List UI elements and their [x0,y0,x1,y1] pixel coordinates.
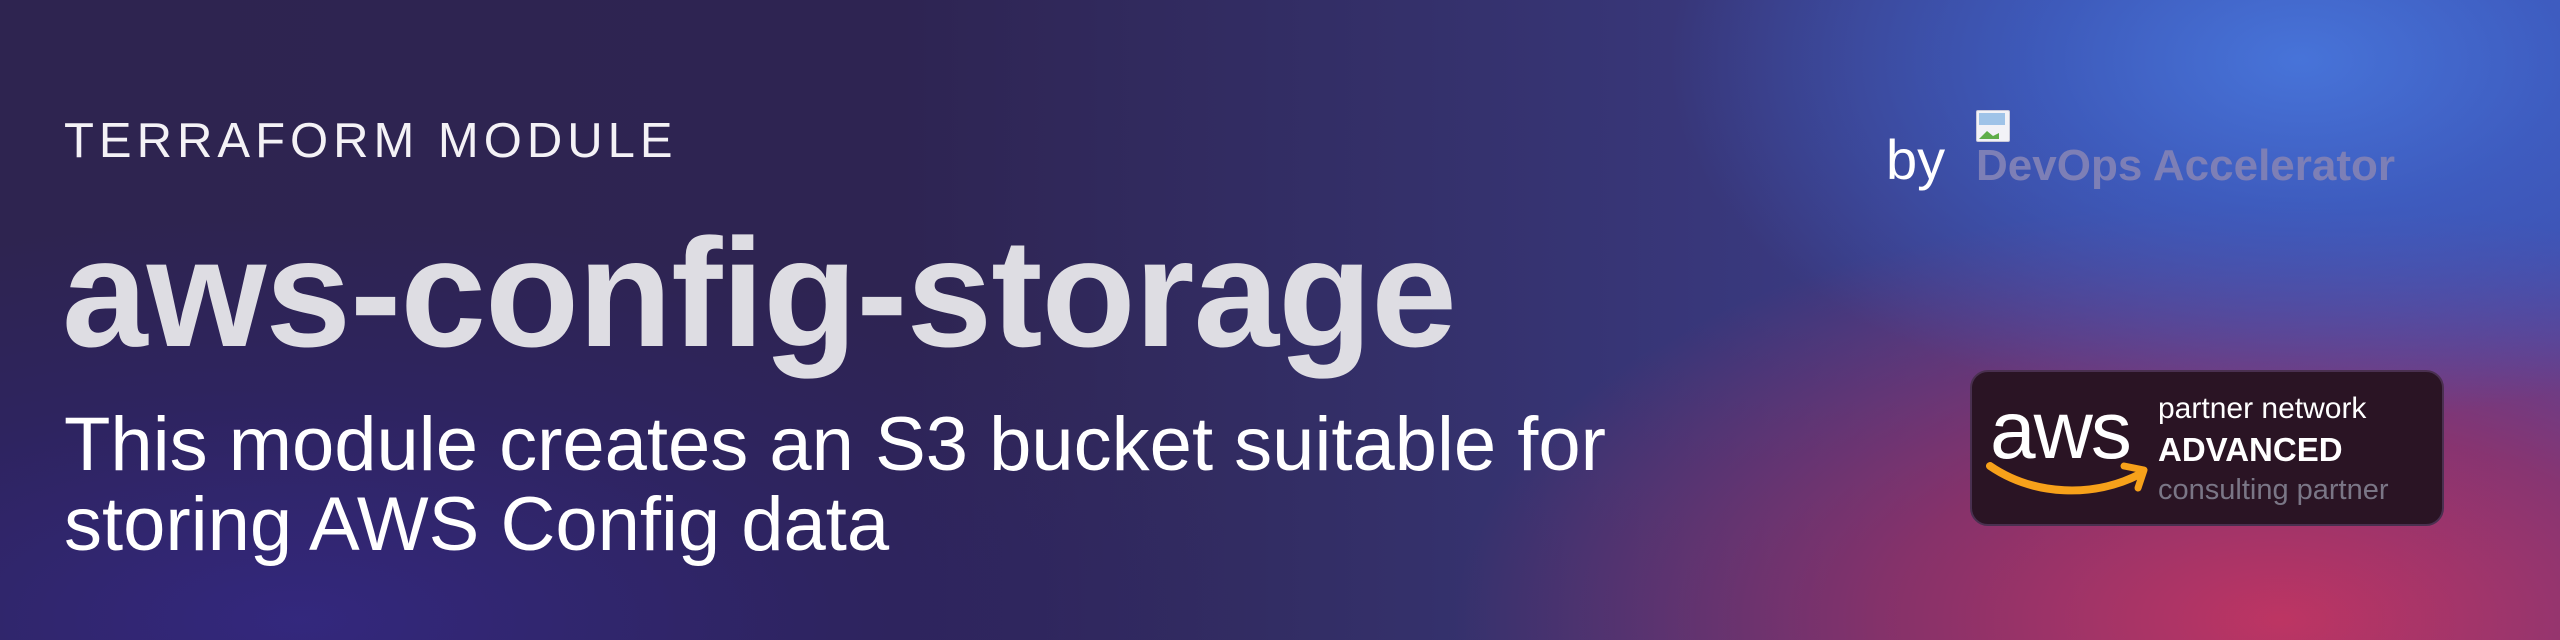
by-label: by [1886,128,1946,191]
brand-logo-alt-text: DevOps Accelerator [1976,141,2396,190]
aws-partner-badge: aws partner network ADVANCED consulting … [1970,370,2444,526]
badge-tier: ADVANCED [2158,431,2343,468]
broken-image-icon [1976,110,2010,142]
module-description: This module creates an S3 bucket suitabl… [64,402,1606,567]
aws-smile-icon [1986,462,2148,495]
badge-partner-type: consulting partner [2158,474,2389,506]
eyebrow-label: TERRAFORM MODULE [64,114,678,168]
badge-partner-network: partner network [2158,392,2367,425]
module-title: aws-config-storage [62,207,1457,379]
brand-logo: DevOps Accelerator [1976,110,2395,188]
